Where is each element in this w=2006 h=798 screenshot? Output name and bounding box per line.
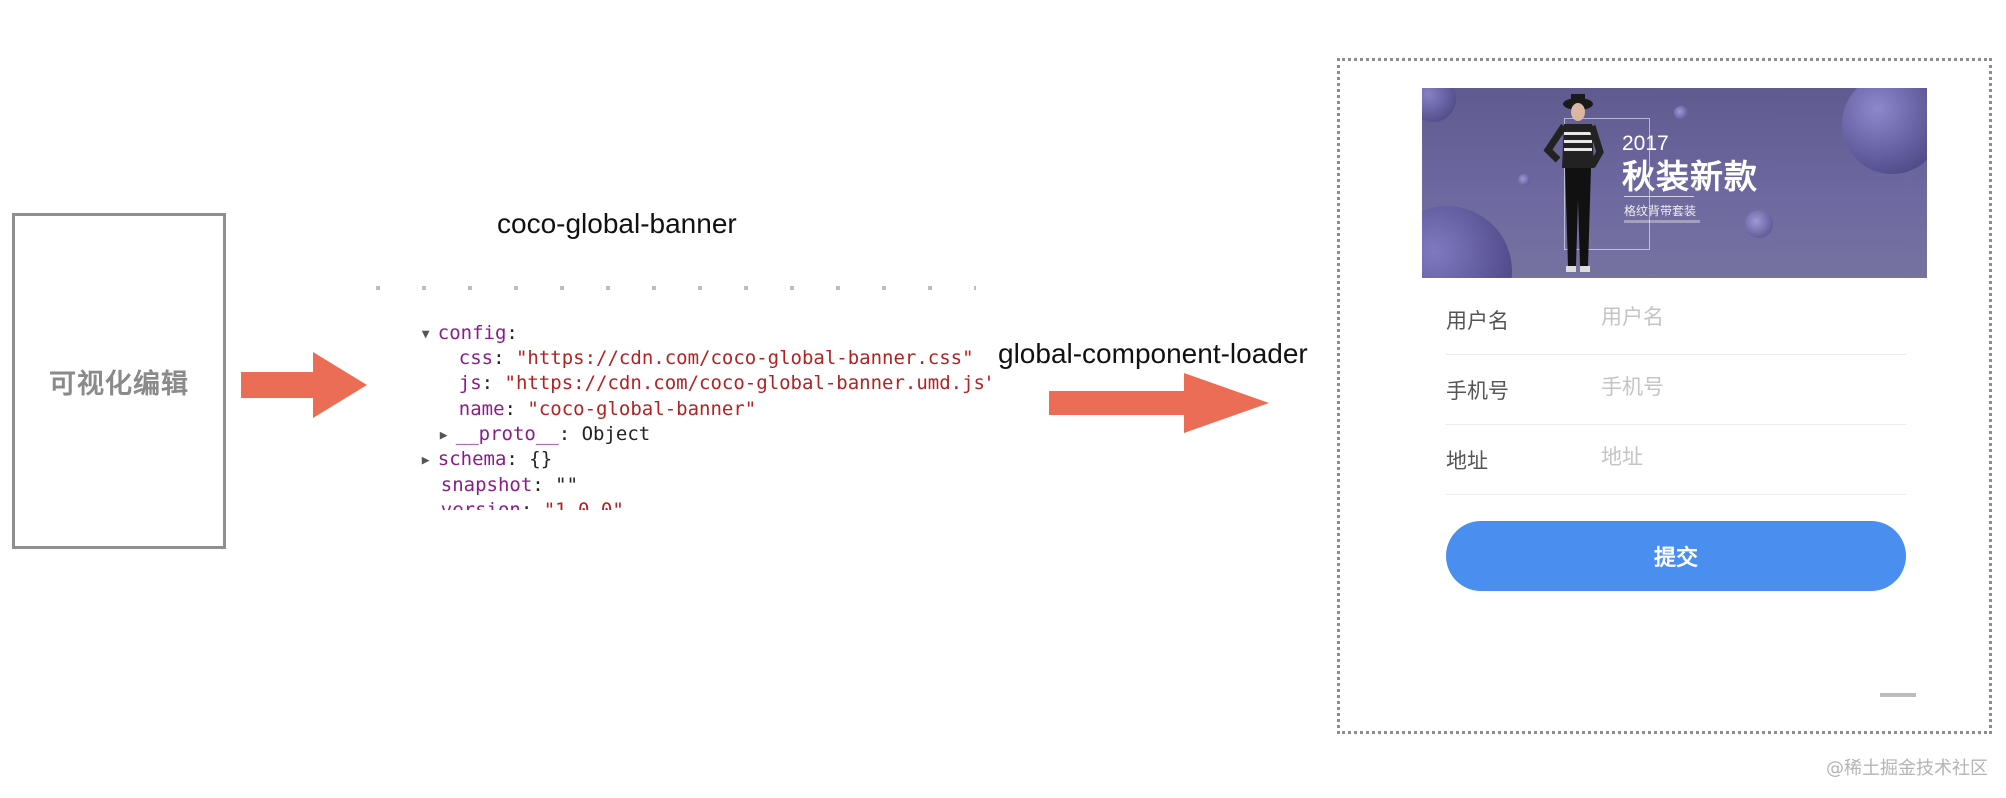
form-row-username: 用户名 bbox=[1446, 285, 1906, 355]
model-figure-icon bbox=[1543, 94, 1604, 272]
bubble-decoration bbox=[1422, 88, 1456, 122]
version-line: version: "1.0.0" bbox=[440, 498, 624, 511]
submit-button[interactable]: 提交 bbox=[1446, 521, 1906, 591]
banner-fine-print bbox=[1624, 220, 1700, 223]
address-label: 地址 bbox=[1446, 449, 1488, 473]
phone-input[interactable] bbox=[1601, 369, 1891, 405]
bubble-decoration bbox=[1422, 206, 1512, 278]
bubble-decoration bbox=[1674, 106, 1688, 120]
arrow-right-icon bbox=[1049, 373, 1269, 433]
address-input[interactable] bbox=[1601, 439, 1891, 475]
form-row-phone: 手机号 bbox=[1446, 355, 1906, 425]
banner-image: 2017 秋装新款 格纹背带套装 bbox=[1422, 88, 1927, 278]
form-row-address: 地址 bbox=[1446, 425, 1906, 495]
loader-title: global-component-loader bbox=[998, 338, 1308, 369]
visual-editor-box: 可视化编辑 bbox=[12, 213, 226, 549]
bubble-decoration bbox=[1842, 88, 1927, 174]
phone-label: 手机号 bbox=[1446, 379, 1509, 403]
arrow-right-icon bbox=[241, 352, 367, 418]
watermark: @稀土掘金技术社区 bbox=[1826, 758, 1988, 779]
preview-fine-print bbox=[1880, 693, 1916, 697]
banner-divider bbox=[1624, 196, 1694, 197]
bubble-decoration bbox=[1518, 174, 1530, 186]
visual-editor-label: 可视化编辑 bbox=[49, 368, 189, 400]
username-input[interactable] bbox=[1601, 299, 1891, 335]
username-label: 用户名 bbox=[1446, 309, 1509, 333]
component-name-title: coco-global-banner bbox=[497, 208, 737, 239]
banner-subline: 格纹背带套装 bbox=[1624, 204, 1697, 218]
devtools-object-inspector: ▼ config: css: "https://cdn.com/coco-glob… bbox=[370, 280, 990, 510]
bubble-decoration bbox=[1745, 210, 1773, 238]
banner-headline: 秋装新款 bbox=[1622, 157, 1758, 196]
clipped-code-line bbox=[376, 286, 976, 290]
